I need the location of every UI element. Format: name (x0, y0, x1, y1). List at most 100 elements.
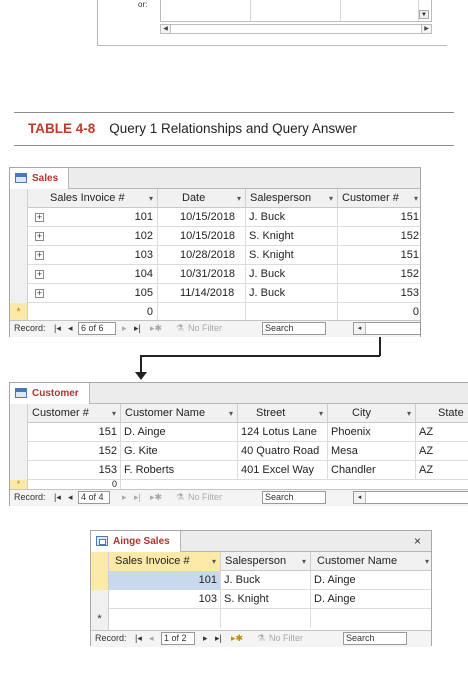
cell-state[interactable]: AZ (416, 423, 468, 442)
row-selector[interactable] (10, 246, 28, 265)
next-record-icon[interactable]: ▸ (122, 490, 127, 505)
table-row[interactable]: 152 G. Kite 40 Quatro Road Mesa AZ (10, 442, 468, 461)
row-selector[interactable] (91, 590, 109, 609)
search-input[interactable]: Search (343, 632, 407, 645)
scroll-left-icon[interactable]: ◀ (161, 25, 171, 33)
column-header-salesperson[interactable]: Salesperson ▾ (221, 552, 311, 571)
new-record-row[interactable]: * 0 (10, 480, 468, 489)
cell-state[interactable]: AZ (416, 442, 468, 461)
new-record-icon[interactable]: ▸✱ (231, 631, 243, 646)
row-selector[interactable] (10, 227, 28, 246)
filter-icon[interactable]: ⚗ (176, 490, 184, 505)
previous-record-icon[interactable]: ◂ (68, 321, 73, 336)
table-row[interactable]: 151 D. Ainge 124 Lotus Lane Phoenix AZ (10, 423, 468, 442)
next-record-icon[interactable]: ▸ (122, 321, 127, 336)
cell-customer-name[interactable]: D. Ainge (121, 423, 238, 442)
cell-customer-name[interactable]: F. Roberts (121, 461, 238, 480)
cell-date[interactable]: 10/31/2018 (158, 265, 246, 284)
cell-customer-number[interactable]: 152 (338, 227, 422, 246)
cell-salesperson[interactable]: S. Knight (246, 227, 338, 246)
cell-invoice[interactable]: 101 (28, 208, 158, 227)
table-row[interactable]: + 104 10/31/2018 J. Buck 152 (10, 265, 420, 284)
tab-customer[interactable]: Customer (10, 383, 90, 404)
cell-date[interactable]: 10/15/2018 (158, 208, 246, 227)
chevron-down-icon[interactable]: ▾ (319, 404, 323, 423)
row-selector[interactable] (10, 461, 28, 480)
record-position[interactable]: 1 of 2 (161, 632, 195, 645)
column-header-salesperson[interactable]: Salesperson ▾ (246, 189, 338, 208)
cell-city[interactable]: Mesa (328, 442, 416, 461)
record-position[interactable]: 4 of 4 (78, 491, 110, 504)
last-record-icon[interactable]: ▸| (134, 490, 141, 505)
horizontal-scrollbar[interactable]: ◂ (353, 322, 421, 335)
row-selector[interactable] (10, 284, 28, 303)
select-all-corner[interactable] (91, 552, 109, 571)
record-position[interactable]: 6 of 6 (78, 322, 116, 335)
cell-state[interactable]: AZ (416, 461, 468, 480)
cell-customer-number[interactable]: 151 (338, 246, 422, 265)
cell-invoice[interactable]: 104 (28, 265, 158, 284)
previous-record-icon[interactable]: ◂ (149, 631, 154, 646)
chevron-down-icon[interactable]: ▾ (229, 404, 233, 423)
cell-salesperson[interactable]: S. Knight (221, 590, 311, 609)
cell-invoice[interactable]: 102 (28, 227, 158, 246)
cell-date[interactable]: 11/14/2018 (158, 284, 246, 303)
cell-invoice[interactable]: 101 (109, 571, 221, 590)
chevron-down-icon[interactable]: ▾ (425, 552, 429, 571)
search-input[interactable]: Search (262, 491, 326, 504)
table-row[interactable]: 101 J. Buck D. Ainge (91, 571, 431, 590)
row-selector[interactable] (10, 423, 28, 442)
cell-customer-number[interactable]: 152 (28, 442, 121, 461)
column-header-city[interactable]: City ▾ (328, 404, 416, 423)
cell-customer-number[interactable]: 153 (338, 284, 422, 303)
column-header-customer-name[interactable]: Customer Name ▾ (121, 404, 238, 423)
select-all-corner[interactable] (10, 189, 28, 208)
chevron-down-icon[interactable]: ▾ (329, 189, 333, 208)
cell-customer-name[interactable]: D. Ainge (311, 590, 433, 609)
scroll-left-icon[interactable]: ◂ (354, 323, 366, 334)
cell-city[interactable]: Phoenix (328, 423, 416, 442)
cell-street[interactable]: 40 Quatro Road (238, 442, 328, 461)
first-record-icon[interactable]: |◂ (54, 321, 61, 336)
no-filter-label[interactable]: No Filter (188, 490, 222, 505)
cell-customer-number[interactable]: 153 (28, 461, 121, 480)
cell-city[interactable]: Chandler (328, 461, 416, 480)
table-row[interactable]: + 102 10/15/2018 S. Knight 152 (10, 227, 420, 246)
horizontal-scrollbar[interactable]: ◂ (353, 491, 468, 504)
first-record-icon[interactable]: |◂ (135, 631, 142, 646)
table-row[interactable]: 153 F. Roberts 401 Excel Way Chandler AZ (10, 461, 468, 480)
last-record-icon[interactable]: ▸| (215, 631, 222, 646)
cell-street[interactable]: 401 Excel Way (238, 461, 328, 480)
cell-customer-number[interactable]: 151 (28, 423, 121, 442)
cell-customer-number[interactable]: 0 (28, 480, 121, 489)
table-row[interactable]: 103 S. Knight D. Ainge (91, 590, 431, 609)
row-selector[interactable] (10, 265, 28, 284)
column-header-sales-invoice[interactable]: Sales Invoice # ▾ (109, 552, 221, 571)
column-header-customer-name[interactable]: Customer Name ▾ (311, 552, 433, 571)
select-all-corner[interactable] (10, 404, 28, 423)
tab-sales[interactable]: Sales (10, 168, 70, 189)
cell-date[interactable]: 10/28/2018 (158, 246, 246, 265)
column-header-sales-invoice[interactable]: Sales Invoice # ▾ (28, 189, 158, 208)
new-record-icon[interactable]: ▸✱ (150, 321, 162, 336)
chevron-down-icon[interactable]: ▾ (149, 189, 153, 208)
previous-record-icon[interactable]: ◂ (68, 490, 73, 505)
chevron-down-icon[interactable]: ▾ (302, 552, 306, 571)
filter-icon[interactable]: ⚗ (257, 631, 265, 646)
column-header-customer-number[interactable]: Customer # ▾ (338, 189, 422, 208)
cell-customer-name[interactable]: G. Kite (121, 442, 238, 461)
row-selector[interactable] (10, 208, 28, 227)
chevron-down-icon[interactable]: ▾ (407, 404, 411, 423)
table-row[interactable]: + 105 11/14/2018 J. Buck 153 (10, 284, 420, 303)
close-icon[interactable]: × (414, 534, 421, 548)
cell-customer-number[interactable]: 152 (338, 265, 422, 284)
next-record-icon[interactable]: ▸ (203, 631, 208, 646)
new-record-icon[interactable]: ▸✱ (150, 490, 162, 505)
horizontal-scrollbar[interactable]: ◀ ▶ (160, 24, 432, 34)
last-record-icon[interactable]: ▸| (134, 321, 141, 336)
no-filter-label[interactable]: No Filter (269, 631, 303, 646)
cell-salesperson[interactable]: J. Buck (246, 208, 338, 227)
row-selector[interactable] (91, 571, 109, 590)
column-header-state[interactable]: State (416, 404, 468, 423)
chevron-down-icon[interactable]: ▼ (419, 10, 429, 19)
